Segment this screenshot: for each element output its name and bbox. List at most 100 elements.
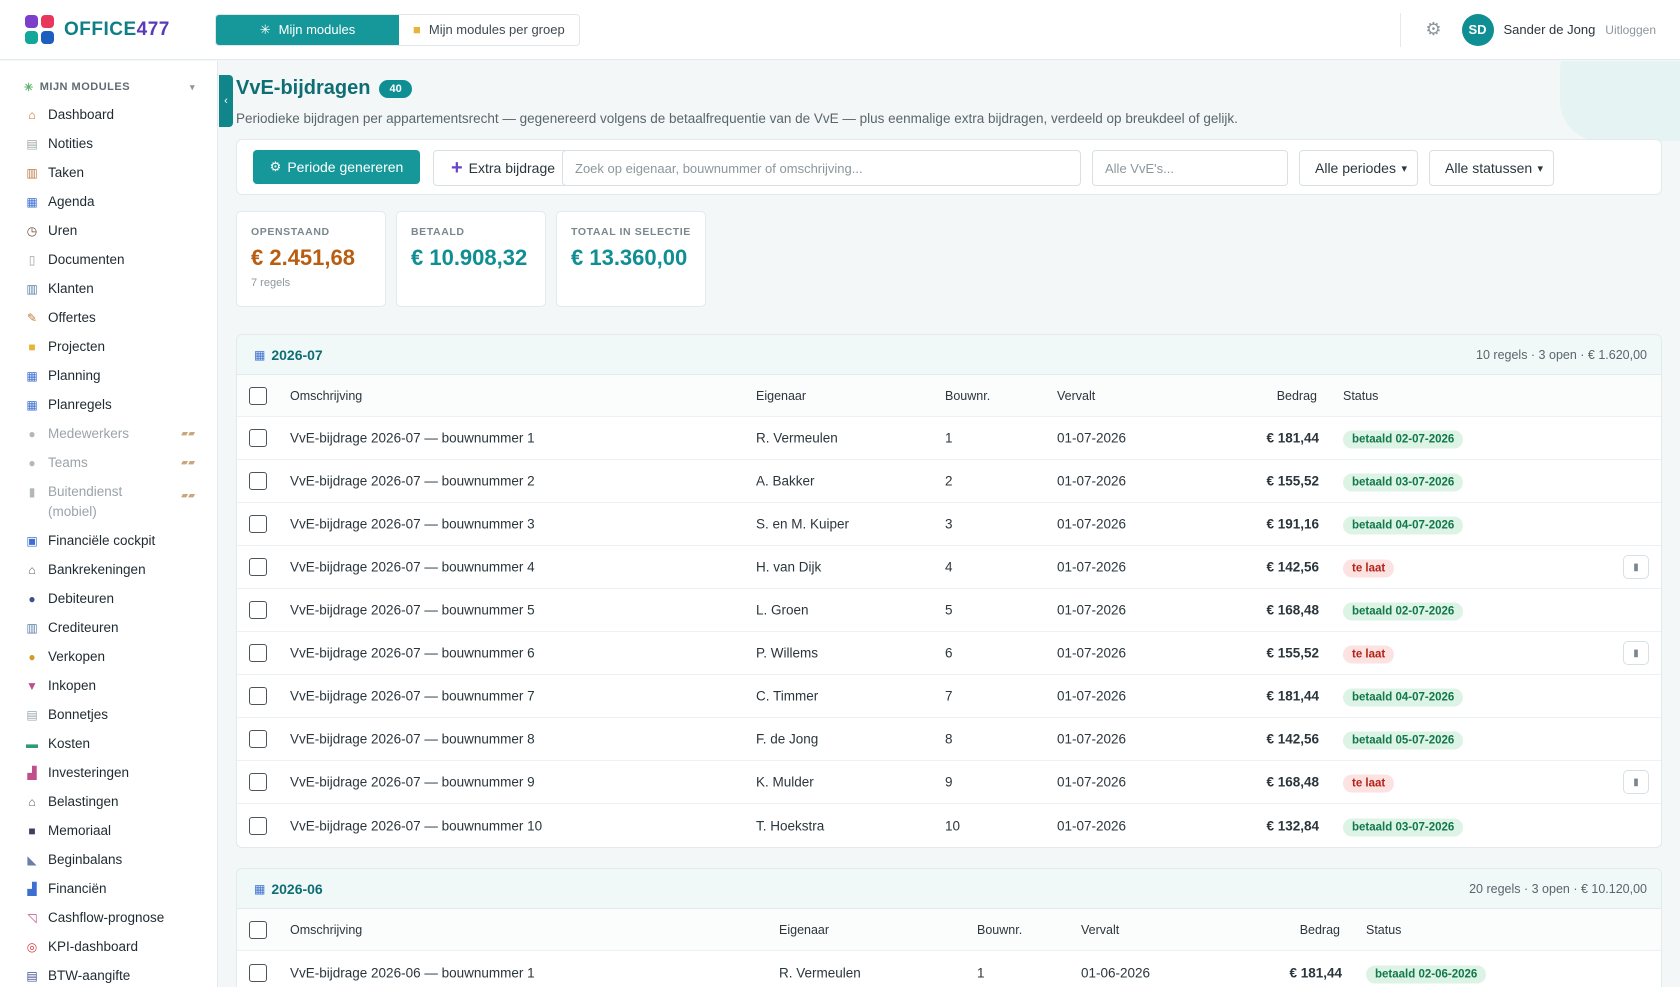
table-row[interactable]: VvE-bijdrage 2026-07 — bouwnummer 3 S. en… xyxy=(237,503,1661,546)
app-logo[interactable]: OFFICE477 xyxy=(25,15,215,44)
col-amount[interactable]: Bedrag xyxy=(1277,389,1317,403)
sidebar-item-debiteuren[interactable]: ● Debiteuren xyxy=(0,584,217,613)
select-all-checkbox[interactable] xyxy=(249,386,267,405)
sidebar-item-offertes[interactable]: ✎ Offertes xyxy=(0,303,217,332)
status-select[interactable]: Alle statussen ▾ xyxy=(1429,150,1554,186)
sidebar-item-crediteuren[interactable]: ▥ Crediteuren xyxy=(0,613,217,642)
vve-filter-input[interactable]: Alle VvE's... xyxy=(1092,150,1288,186)
col-status[interactable]: Status xyxy=(1343,389,1378,403)
period-select[interactable]: Alle periodes ▾ xyxy=(1299,150,1418,186)
delete-button[interactable]: ▮ xyxy=(1623,770,1649,794)
sidebar-item-bankrekeningen[interactable]: ⌂ Bankrekeningen xyxy=(0,555,217,584)
table-row[interactable]: VvE-bijdrage 2026-07 — bouwnummer 8 F. de… xyxy=(237,718,1661,761)
col-owner[interactable]: Eigenaar xyxy=(756,389,806,403)
sidebar-item-taken[interactable]: ▥ Taken xyxy=(0,158,217,187)
sidebar-item-label: Cashflow-prognose xyxy=(48,910,165,925)
sidebar-item-investeringen[interactable]: ▟ Investeringen xyxy=(0,758,217,787)
table-row[interactable]: VvE-bijdrage 2026-07 — bouwnummer 2 A. Ba… xyxy=(237,460,1661,503)
col-status[interactable]: Status xyxy=(1366,923,1401,937)
sidebar-item-label: Planregels xyxy=(48,397,112,412)
tab-mijn-modules[interactable]: ✳ Mijn modules xyxy=(216,14,399,45)
table-row[interactable]: VvE-bijdrage 2026-07 — bouwnummer 9 K. Mu… xyxy=(237,761,1661,804)
sidebar-item-verkopen[interactable]: ● Verkopen xyxy=(0,642,217,671)
sidebar-item-kpi-dashboard[interactable]: ◎ KPI-dashboard xyxy=(0,932,217,961)
table-row[interactable]: VvE-bijdrage 2026-07 — bouwnummer 7 C. Ti… xyxy=(237,675,1661,718)
table-row[interactable]: VvE-bijdrage 2026-06 — bouwnummer 1 R. Ve… xyxy=(237,951,1661,987)
sidebar-item-notities[interactable]: ▤ Notities xyxy=(0,129,217,158)
col-due[interactable]: Vervalt xyxy=(1057,389,1095,403)
note-icon: ▤ xyxy=(26,136,38,151)
collapse-sidebar-button[interactable]: ‹ xyxy=(219,75,233,127)
row-checkbox[interactable] xyxy=(249,515,267,533)
gear-icon[interactable]: ⚙ xyxy=(1425,19,1441,40)
stat-value: € 13.360,00 xyxy=(571,245,688,270)
table-row[interactable]: VvE-bijdrage 2026-07 — bouwnummer 1 R. Ve… xyxy=(237,417,1661,460)
sidebar-item-beginbalans[interactable]: ◣ Beginbalans xyxy=(0,845,217,874)
table-row[interactable]: VvE-bijdrage 2026-07 — bouwnummer 4 H. va… xyxy=(237,546,1661,589)
tab-mijn-modules-per-groep[interactable]: ■ Mijn modules per groep xyxy=(399,14,579,45)
sidebar-item-documenten[interactable]: ▯ Documenten xyxy=(0,245,217,274)
sidebar-item-klanten[interactable]: ▥ Klanten xyxy=(0,274,217,303)
row-checkbox[interactable] xyxy=(249,429,267,447)
row-amount: € 155,52 xyxy=(1266,473,1319,489)
delete-button[interactable]: ▮ xyxy=(1623,555,1649,579)
sidebar-heading[interactable]: ✳ MIJN MODULES ▾ xyxy=(0,74,217,100)
sidebar-item-projecten[interactable]: ■ Projecten xyxy=(0,332,217,361)
row-checkbox[interactable] xyxy=(249,773,267,791)
row-checkbox[interactable] xyxy=(249,601,267,619)
col-description[interactable]: Omschrijving xyxy=(290,923,362,937)
sidebar-item-planning[interactable]: ▦ Planning xyxy=(0,361,217,390)
sidebar-item-agenda[interactable]: ▦ Agenda xyxy=(0,187,217,216)
sidebar-item-belastingen[interactable]: ⌂ Belastingen xyxy=(0,787,217,816)
sidebar-item-financiele-cockpit[interactable]: ▣ Financiële cockpit xyxy=(0,526,217,555)
table-row[interactable]: VvE-bijdrage 2026-07 — bouwnummer 5 L. Gr… xyxy=(237,589,1661,632)
group-title: 2026-07 xyxy=(271,346,323,363)
col-due[interactable]: Vervalt xyxy=(1081,923,1119,937)
select-all-checkbox[interactable] xyxy=(249,920,267,939)
table-row[interactable]: VvE-bijdrage 2026-07 — bouwnummer 6 P. Wi… xyxy=(237,632,1661,675)
row-amount: € 132,84 xyxy=(1266,818,1319,833)
calendar-icon: ▦ xyxy=(26,397,38,412)
receipt-icon: ▤ xyxy=(26,707,38,722)
search-input[interactable]: Zoek op eigenaar, bouwnummer of omschrij… xyxy=(562,150,1081,186)
sidebar-item-bonnetjes[interactable]: ▤ Bonnetjes xyxy=(0,700,217,729)
logout-link[interactable]: Uitloggen xyxy=(1605,23,1656,37)
target-icon: ◎ xyxy=(26,939,38,954)
row-checkbox[interactable] xyxy=(249,558,267,576)
sidebar-item-btw-aangifte[interactable]: ▤ BTW-aangifte xyxy=(0,961,217,987)
sidebar-item-label: KPI-dashboard xyxy=(48,939,139,954)
lock-icon: ▰▰ xyxy=(181,490,195,500)
sidebar-item-teams[interactable]: ● Teams ▰▰ xyxy=(0,448,217,477)
sidebar-item-cashflow-prognose[interactable]: ◹ Cashflow-prognose xyxy=(0,903,217,932)
table-body: VvE-bijdrage 2026-06 — bouwnummer 1 R. Ve… xyxy=(237,951,1661,987)
col-amount[interactable]: Bedrag xyxy=(1300,923,1340,937)
col-description[interactable]: Omschrijving xyxy=(290,389,362,403)
logo-square xyxy=(41,15,54,28)
row-checkbox[interactable] xyxy=(249,730,267,748)
avatar[interactable]: SD xyxy=(1461,13,1494,46)
row-checkbox[interactable] xyxy=(249,644,267,662)
row-checkbox[interactable] xyxy=(249,816,267,835)
sidebar-item-memoriaal[interactable]: ■ Memoriaal xyxy=(0,816,217,845)
sidebar-item-uren[interactable]: ◷ Uren xyxy=(0,216,217,245)
table-row[interactable]: VvE-bijdrage 2026-07 — bouwnummer 10 T. H… xyxy=(237,804,1661,847)
delete-button[interactable]: ▮ xyxy=(1623,641,1649,665)
sidebar-item-inkopen[interactable]: ▼ Inkopen xyxy=(0,671,217,700)
col-unit[interactable]: Bouwnr. xyxy=(945,389,990,403)
extra-contribution-button[interactable]: + Extra bijdrage xyxy=(433,150,573,186)
sidebar-item-kosten[interactable]: ▬ Kosten xyxy=(0,729,217,758)
sidebar-item-buitendienst[interactable]: ▮ Buitendienst (mobiel) ▰▰ xyxy=(0,477,217,526)
col-unit[interactable]: Bouwnr. xyxy=(977,923,1022,937)
group-header[interactable]: ▦ 2026-07 10 regels · 3 open · € 1.620,0… xyxy=(237,335,1661,375)
row-checkbox[interactable] xyxy=(249,687,267,705)
row-checkbox[interactable] xyxy=(249,472,267,490)
generate-period-button[interactable]: ⚙ Periode genereren xyxy=(253,150,420,184)
col-owner[interactable]: Eigenaar xyxy=(779,923,829,937)
sidebar-item-financien[interactable]: ▟ Financiën xyxy=(0,874,217,903)
group-header[interactable]: ▦ 2026-06 20 regels · 3 open · € 10.120,… xyxy=(237,869,1661,909)
sidebar-item-dashboard[interactable]: ⌂ Dashboard xyxy=(0,100,217,129)
user-name[interactable]: Sander de Jong xyxy=(1504,22,1596,37)
sidebar-item-medewerkers[interactable]: ● Medewerkers ▰▰ xyxy=(0,419,217,448)
row-checkbox[interactable] xyxy=(249,963,267,982)
sidebar-item-planregels[interactable]: ▦ Planregels xyxy=(0,390,217,419)
